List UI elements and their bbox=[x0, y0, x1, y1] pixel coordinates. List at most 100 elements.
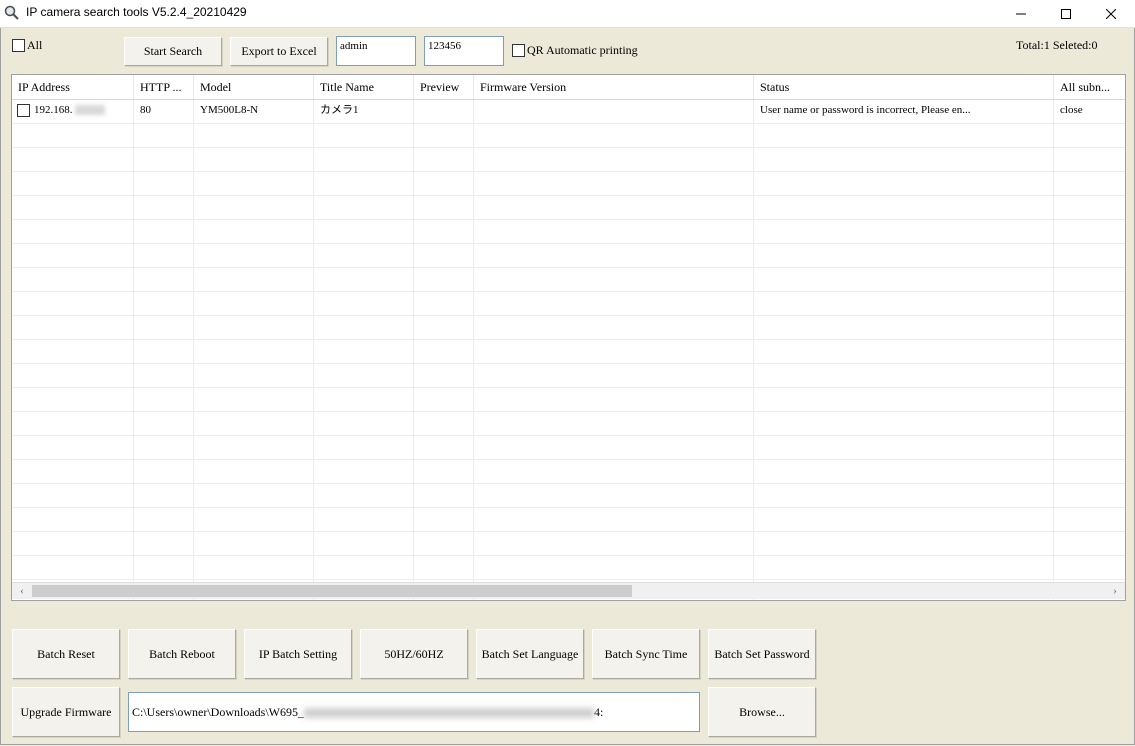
empty-table-row bbox=[12, 172, 1125, 196]
empty-cell bbox=[414, 220, 474, 243]
password-input[interactable]: 123456 bbox=[424, 36, 504, 66]
empty-cell bbox=[414, 196, 474, 219]
main-window: All Start Search Export to Excel admin 1… bbox=[0, 28, 1135, 745]
empty-table-row bbox=[12, 340, 1125, 364]
browse-button[interactable]: Browse... bbox=[708, 687, 816, 737]
batch-sync-time-button[interactable]: Batch Sync Time bbox=[592, 629, 700, 679]
empty-cell bbox=[314, 172, 414, 195]
empty-cell bbox=[754, 268, 1054, 291]
export-excel-button[interactable]: Export to Excel bbox=[230, 37, 328, 66]
empty-cell bbox=[414, 148, 474, 171]
empty-cell bbox=[194, 556, 314, 579]
qr-printing-checkbox[interactable] bbox=[512, 44, 525, 57]
empty-cell bbox=[1054, 292, 1125, 315]
table-row[interactable]: 192.168. 80 YM500L8-N カメラ1 User name or … bbox=[12, 100, 1125, 124]
empty-cell bbox=[474, 196, 754, 219]
empty-cell bbox=[414, 364, 474, 387]
empty-cell bbox=[314, 364, 414, 387]
hz-button[interactable]: 50HZ/60HZ bbox=[360, 629, 468, 679]
column-header-model[interactable]: Model bbox=[194, 75, 314, 99]
column-header-title-name[interactable]: Title Name bbox=[314, 75, 414, 99]
empty-cell bbox=[1054, 532, 1125, 555]
empty-cell bbox=[754, 340, 1054, 363]
scroll-right-icon[interactable]: › bbox=[1107, 583, 1123, 599]
empty-cell bbox=[474, 460, 754, 483]
upgrade-firmware-button[interactable]: Upgrade Firmware bbox=[12, 687, 120, 737]
empty-cell bbox=[12, 436, 134, 459]
empty-cell bbox=[1054, 316, 1125, 339]
empty-cell bbox=[194, 436, 314, 459]
empty-cell bbox=[414, 124, 474, 147]
empty-cell bbox=[194, 244, 314, 267]
minimize-button[interactable] bbox=[998, 0, 1044, 27]
empty-cell bbox=[12, 172, 134, 195]
batch-reboot-button[interactable]: Batch Reboot bbox=[128, 629, 236, 679]
empty-cell bbox=[414, 484, 474, 507]
empty-cell bbox=[474, 556, 754, 579]
empty-cell bbox=[314, 460, 414, 483]
empty-table-row bbox=[12, 316, 1125, 340]
empty-cell bbox=[194, 364, 314, 387]
empty-cell bbox=[754, 412, 1054, 435]
empty-cell bbox=[314, 124, 414, 147]
empty-cell bbox=[314, 268, 414, 291]
empty-cell bbox=[194, 484, 314, 507]
firmware-path-input[interactable]: C:\Users\owner\Downloads\W695_ 4: bbox=[128, 692, 700, 732]
empty-cell bbox=[194, 340, 314, 363]
empty-table-row bbox=[12, 292, 1125, 316]
empty-cell bbox=[12, 316, 134, 339]
batch-set-password-button[interactable]: Batch Set Password bbox=[708, 629, 816, 679]
ip-cell: 192.168. bbox=[12, 100, 134, 123]
device-table[interactable]: IP Address HTTP ... Model Title Name Pre… bbox=[11, 74, 1126, 601]
empty-cell bbox=[1054, 508, 1125, 531]
empty-cell bbox=[134, 124, 194, 147]
empty-cell bbox=[134, 244, 194, 267]
empty-cell bbox=[134, 388, 194, 411]
empty-cell bbox=[194, 148, 314, 171]
empty-cell bbox=[194, 532, 314, 555]
empty-cell bbox=[474, 436, 754, 459]
batch-reset-button[interactable]: Batch Reset bbox=[12, 629, 120, 679]
scroll-thumb[interactable] bbox=[32, 585, 632, 597]
scroll-left-icon[interactable]: ‹ bbox=[14, 583, 30, 599]
close-button[interactable] bbox=[1088, 0, 1134, 27]
column-header-subnet[interactable]: All subn... bbox=[1054, 75, 1125, 99]
empty-cell bbox=[474, 268, 754, 291]
empty-cell bbox=[314, 532, 414, 555]
empty-table-row bbox=[12, 364, 1125, 388]
empty-cell bbox=[1054, 268, 1125, 291]
firmware-cell bbox=[474, 100, 754, 123]
column-header-http[interactable]: HTTP ... bbox=[134, 75, 194, 99]
status-cell: User name or password is incorrect, Plea… bbox=[754, 100, 1054, 123]
column-header-firmware[interactable]: Firmware Version bbox=[474, 75, 754, 99]
empty-cell bbox=[754, 172, 1054, 195]
empty-cell bbox=[414, 532, 474, 555]
username-input[interactable]: admin bbox=[336, 36, 416, 66]
empty-cell bbox=[134, 172, 194, 195]
empty-cell bbox=[314, 388, 414, 411]
column-header-status[interactable]: Status bbox=[754, 75, 1054, 99]
empty-cell bbox=[134, 460, 194, 483]
empty-cell bbox=[12, 124, 134, 147]
maximize-button[interactable] bbox=[1043, 0, 1089, 27]
table-body: 192.168. 80 YM500L8-N カメラ1 User name or … bbox=[12, 100, 1125, 600]
row-checkbox[interactable] bbox=[17, 103, 30, 117]
start-search-button[interactable]: Start Search bbox=[124, 37, 222, 66]
empty-cell bbox=[414, 172, 474, 195]
empty-cell bbox=[194, 124, 314, 147]
empty-table-row bbox=[12, 220, 1125, 244]
empty-cell bbox=[194, 268, 314, 291]
empty-cell bbox=[414, 460, 474, 483]
empty-cell bbox=[1054, 460, 1125, 483]
minimize-icon bbox=[1016, 13, 1026, 14]
empty-cell bbox=[194, 220, 314, 243]
column-header-preview[interactable]: Preview bbox=[414, 75, 474, 99]
empty-table-row bbox=[12, 508, 1125, 532]
column-header-ip[interactable]: IP Address bbox=[12, 75, 134, 99]
ip-batch-setting-button[interactable]: IP Batch Setting bbox=[244, 629, 352, 679]
empty-cell bbox=[1054, 412, 1125, 435]
horizontal-scrollbar[interactable]: ‹ › bbox=[12, 582, 1125, 599]
select-all-checkbox[interactable] bbox=[12, 39, 25, 52]
batch-set-language-button[interactable]: Batch Set Language bbox=[476, 629, 584, 679]
empty-cell bbox=[1054, 196, 1125, 219]
